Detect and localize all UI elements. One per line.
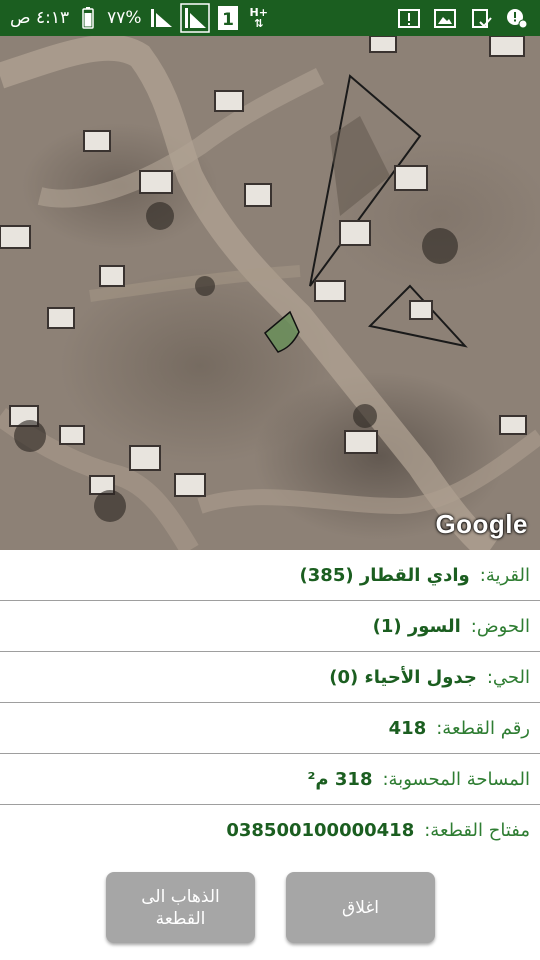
parcel-key-row: مفتاح القطعة: 038500100000418	[0, 805, 540, 856]
close-label: اغلاق	[342, 897, 379, 918]
network-type-icon: H+ ⇅	[250, 7, 268, 29]
status-bar-left: ٤:١٣ ص ٧٧% 1 H+ ⇅	[10, 0, 268, 36]
signal-sim-icon	[179, 3, 210, 33]
neighborhood-value: جدول الأحياء (0)	[329, 666, 477, 688]
parcel-info-panel: القرية: وادي القطار (385) الحوض: السور (…	[0, 550, 540, 856]
download-check-icon	[470, 7, 492, 29]
neighborhood-label: الحي:	[486, 666, 530, 688]
map-imagery	[0, 36, 540, 550]
google-attribution: Google	[435, 509, 528, 539]
status-bar-right	[398, 0, 528, 36]
svg-text:1: 1	[222, 10, 234, 30]
area-row: المساحة المحسوبة: 318 م²	[0, 754, 540, 805]
parcel-key-label: مفتاح القطعة:	[424, 820, 530, 841]
go-to-parcel-label: الذهاب الى القطعة	[141, 886, 220, 929]
village-value: وادي القطار (385)	[299, 564, 470, 586]
basin-label: الحوض:	[470, 615, 530, 637]
satellite-map[interactable]: Google	[0, 36, 540, 550]
parcel-key-value: 038500100000418	[226, 820, 415, 841]
app-notification-icon	[506, 7, 528, 29]
village-label: القرية:	[479, 564, 530, 586]
basin-value: السور (1)	[372, 615, 461, 637]
area-label: المساحة المحسوبة:	[382, 768, 530, 790]
go-to-parcel-button[interactable]: الذهاب الى القطعة	[106, 872, 255, 943]
village-row: القرية: وادي القطار (385)	[0, 550, 540, 601]
area-value: 318 م²	[307, 768, 373, 790]
signal-icon	[150, 7, 172, 29]
clock: ٤:١٣ ص	[10, 8, 70, 28]
close-button[interactable]: اغلاق	[286, 872, 435, 943]
sim-icon: 1	[217, 6, 238, 30]
data-arrows-icon: ⇅	[254, 17, 264, 30]
parcel-number-label: رقم القطعة:	[436, 717, 530, 739]
parcel-number-row: رقم القطعة: 418	[0, 703, 540, 754]
neighborhood-row: الحي: جدول الأحياء (0)	[0, 652, 540, 703]
notification-alert-icon	[398, 7, 420, 29]
battery-icon	[77, 7, 99, 29]
basin-row: الحوض: السور (1)	[0, 601, 540, 652]
gallery-icon	[434, 7, 456, 29]
parcel-number-value: 418	[388, 717, 427, 739]
battery-percent: ٧٧%	[107, 8, 142, 28]
status-bar: ٤:١٣ ص ٧٧% 1 H+ ⇅	[0, 0, 540, 36]
